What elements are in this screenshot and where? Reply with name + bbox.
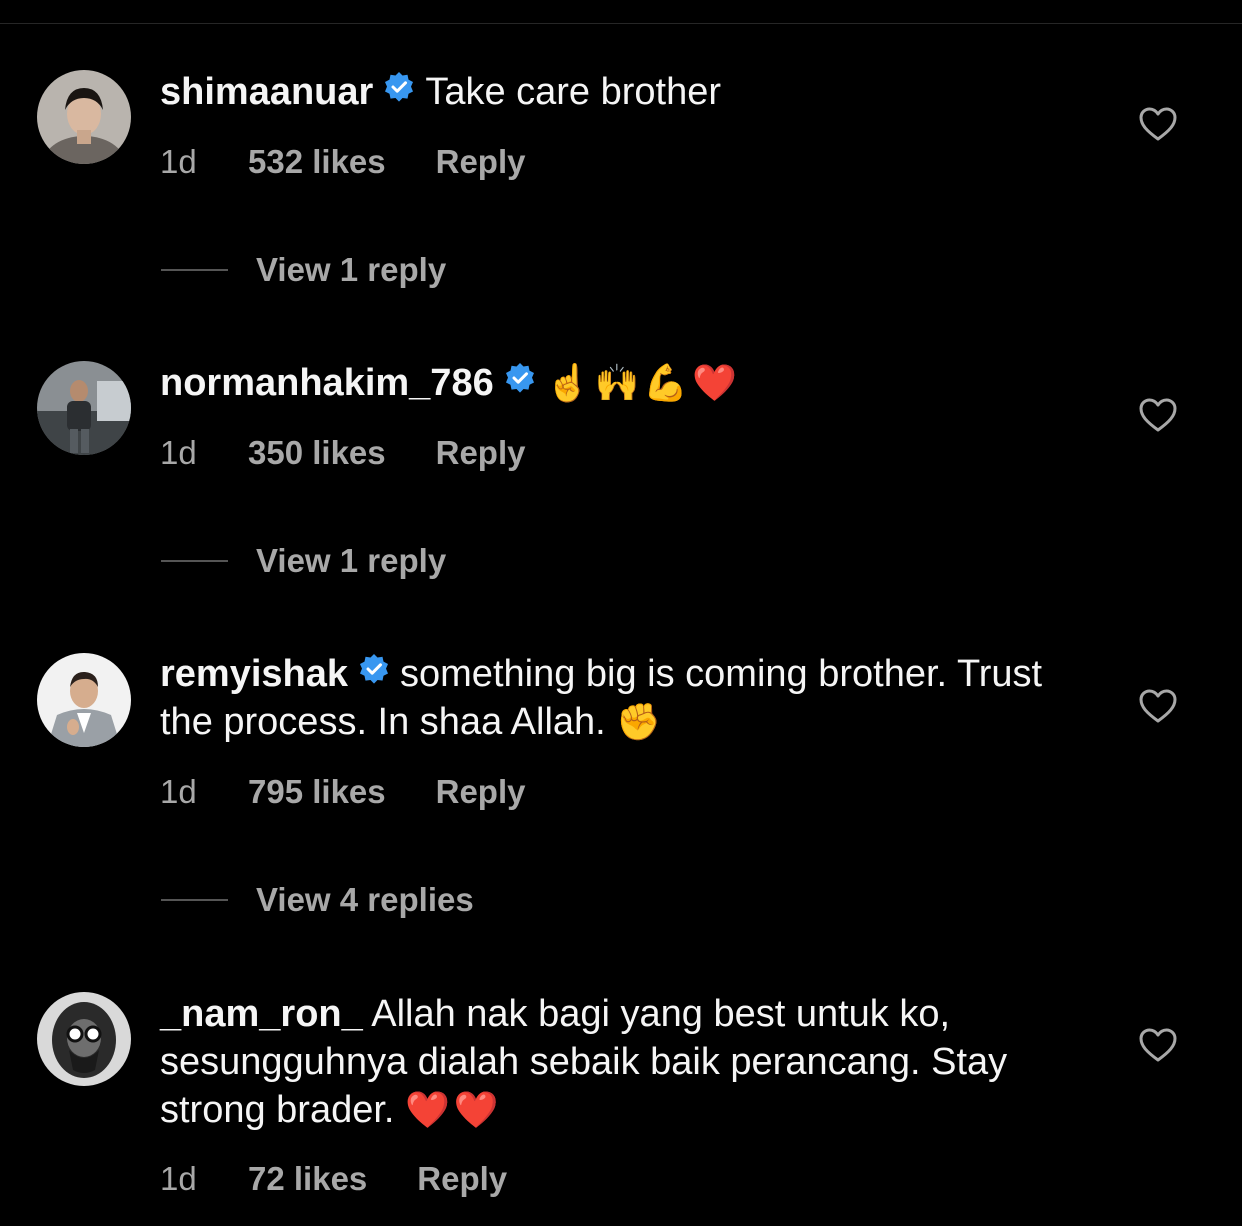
emoji-reaction: ✊ [616, 702, 666, 743]
comment-meta: 1d 350 likes Reply [160, 433, 526, 473]
avatar[interactable] [37, 70, 131, 164]
comment-text: shimaanuar Take care brother [160, 68, 1090, 116]
avatar[interactable] [37, 361, 131, 455]
reply-button[interactable]: Reply [436, 772, 526, 812]
username[interactable]: shimaanuar [160, 71, 373, 113]
likes-count[interactable]: 532 likes [248, 142, 386, 182]
replies-divider [161, 560, 228, 562]
likes-count[interactable]: 795 likes [248, 772, 386, 812]
verified-badge-icon [383, 67, 415, 115]
reply-button[interactable]: Reply [417, 1159, 507, 1199]
avatar[interactable] [37, 653, 131, 747]
heart-outline-icon[interactable] [1138, 688, 1178, 724]
likes-count[interactable]: 72 likes [248, 1159, 367, 1199]
verified-badge-icon [504, 358, 536, 406]
comment-text: remyishak something big is coming brother… [160, 650, 1090, 747]
likes-count[interactable]: 350 likes [248, 433, 386, 473]
username[interactable]: remyishak [160, 653, 348, 695]
comment-meta: 1d 532 likes Reply [160, 142, 526, 182]
view-replies-button[interactable]: View 4 replies [161, 881, 474, 921]
heart-outline-icon[interactable] [1138, 106, 1178, 142]
comment-text: _nam_ron_ Allah nak bagi yang best untuk… [160, 990, 1090, 1135]
avatar[interactable] [37, 992, 131, 1086]
comment-meta: 1d 72 likes Reply [160, 1159, 507, 1199]
heart-outline-icon[interactable] [1138, 1027, 1178, 1063]
comment-text: normanhakim_786 ☝️🙌💪❤️ [160, 359, 1090, 408]
timestamp: 1d [160, 1160, 197, 1197]
timestamp: 1d [160, 773, 197, 810]
username[interactable]: normanhakim_786 [160, 362, 494, 404]
timestamp: 1d [160, 143, 197, 180]
reply-button[interactable]: Reply [436, 142, 526, 182]
top-divider [0, 23, 1242, 24]
view-replies-label: View 4 replies [256, 881, 474, 918]
comment-body: Take care brother [425, 71, 722, 113]
comment-meta: 1d 795 likes Reply [160, 772, 526, 812]
replies-divider [161, 899, 228, 901]
emoji-reaction: ❤️❤️ [405, 1090, 503, 1131]
reply-button[interactable]: Reply [436, 433, 526, 473]
username[interactable]: _nam_ron_ [160, 993, 363, 1035]
verified-badge-icon [358, 649, 390, 697]
view-replies-label: View 1 reply [256, 542, 447, 579]
timestamp: 1d [160, 434, 197, 471]
view-replies-button[interactable]: View 1 reply [161, 251, 446, 291]
heart-outline-icon[interactable] [1138, 397, 1178, 433]
view-replies-button[interactable]: View 1 reply [161, 542, 446, 582]
view-replies-label: View 1 reply [256, 251, 447, 288]
emoji-reaction: ☝️🙌💪❤️ [545, 363, 742, 404]
replies-divider [161, 269, 228, 271]
